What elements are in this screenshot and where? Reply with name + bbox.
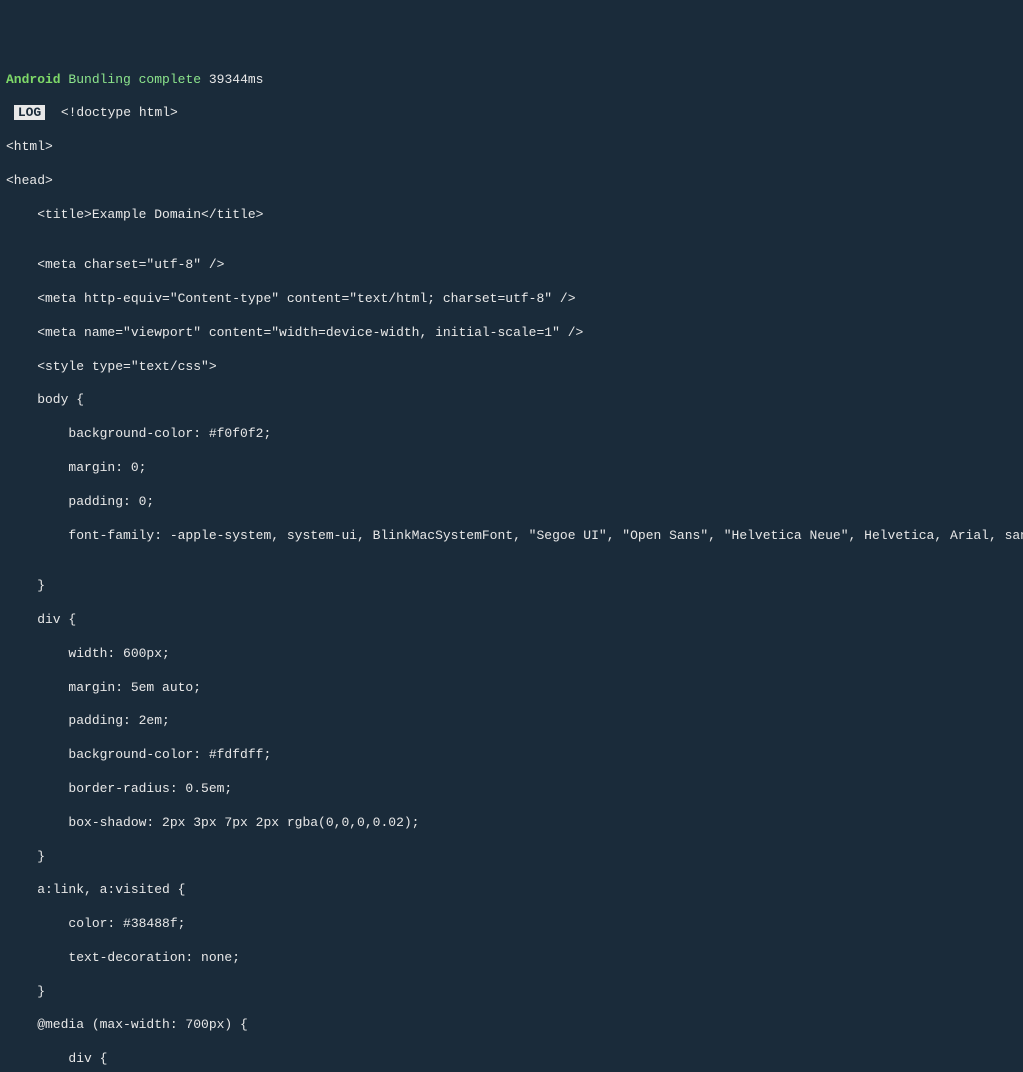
- platform-label: Android: [6, 72, 61, 87]
- code-line: <meta name="viewport" content="width=dev…: [6, 325, 1017, 342]
- code-line: color: #38488f;: [6, 916, 1017, 933]
- code-line: @media (max-width: 700px) {: [6, 1017, 1017, 1034]
- code-line: padding: 2em;: [6, 713, 1017, 730]
- doctype-text: <!doctype html>: [61, 105, 178, 120]
- code-line: <head>: [6, 173, 1017, 190]
- code-line: a:link, a:visited {: [6, 882, 1017, 899]
- bundling-time: 39344ms: [209, 72, 264, 87]
- code-line: <style type="text/css">: [6, 359, 1017, 376]
- log-line: LOG <!doctype html>: [6, 105, 1017, 122]
- code-line: width: 600px;: [6, 646, 1017, 663]
- bundling-status: Bundling complete: [68, 72, 201, 87]
- bundling-status-line: Android Bundling complete 39344ms: [6, 72, 1017, 89]
- code-line: <meta http-equiv="Content-type" content=…: [6, 291, 1017, 308]
- code-line: background-color: #fdfdff;: [6, 747, 1017, 764]
- code-line: body {: [6, 392, 1017, 409]
- code-line: box-shadow: 2px 3px 7px 2px rgba(0,0,0,0…: [6, 815, 1017, 832]
- code-line: <html>: [6, 139, 1017, 156]
- code-line: div {: [6, 612, 1017, 629]
- code-line: }: [6, 984, 1017, 1001]
- log-badge: LOG: [14, 105, 45, 120]
- code-line: <meta charset="utf-8" />: [6, 257, 1017, 274]
- code-line: padding: 0;: [6, 494, 1017, 511]
- code-line: border-radius: 0.5em;: [6, 781, 1017, 798]
- code-line: text-decoration: none;: [6, 950, 1017, 967]
- code-line: background-color: #f0f0f2;: [6, 426, 1017, 443]
- code-line: div {: [6, 1051, 1017, 1068]
- code-line: }: [6, 578, 1017, 595]
- code-line: <title>Example Domain</title>: [6, 207, 1017, 224]
- code-line: margin: 0;: [6, 460, 1017, 477]
- code-line: font-family: -apple-system, system-ui, B…: [6, 528, 1017, 545]
- code-line: }: [6, 849, 1017, 866]
- code-line: margin: 5em auto;: [6, 680, 1017, 697]
